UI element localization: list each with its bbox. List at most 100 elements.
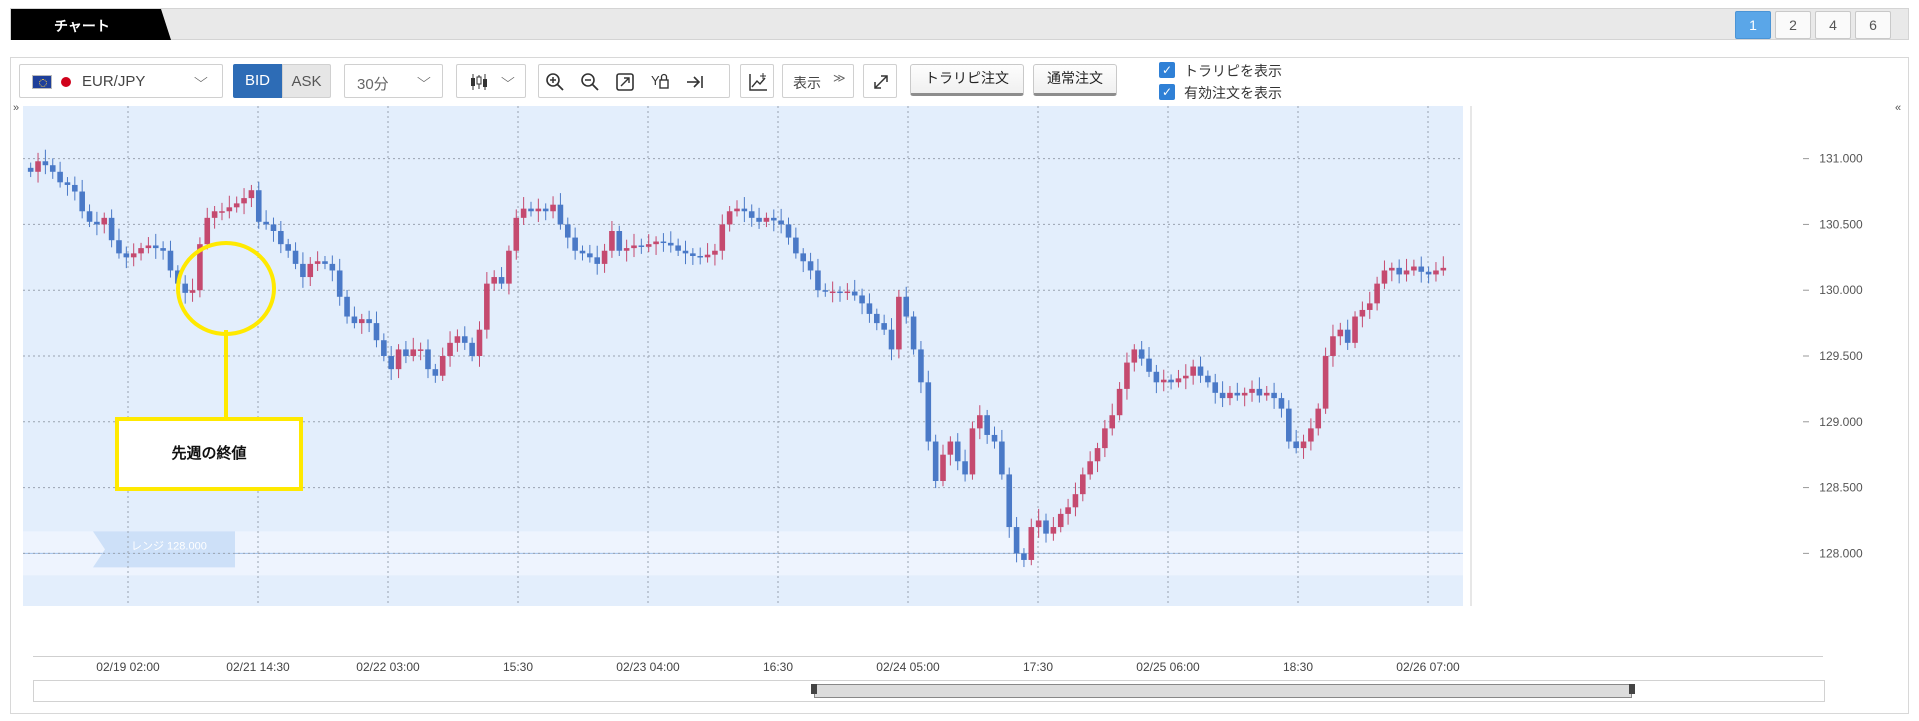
x-tick-label: 15:30: [503, 660, 533, 674]
candle-body: [1286, 408, 1292, 442]
candle-body: [94, 221, 100, 225]
candle-body: [1168, 379, 1174, 383]
candle-body: [1094, 448, 1101, 462]
candle-up: [1322, 347, 1329, 414]
candle-body: [969, 428, 976, 475]
candle-body: [690, 253, 696, 256]
x-tick-label: 18:30: [1283, 660, 1313, 674]
candle-body: [484, 283, 490, 330]
candle-body: [609, 231, 615, 251]
normal-order-button[interactable]: 通常注文: [1033, 64, 1117, 96]
checkbox-checked-icon[interactable]: ✓: [1159, 84, 1175, 100]
candle-body: [866, 303, 873, 314]
candle-body: [417, 349, 424, 351]
candle-body: [1175, 378, 1182, 383]
candle-body: [1087, 461, 1093, 475]
navigator-right-handle[interactable]: [1629, 684, 1635, 694]
candle-body: [756, 217, 762, 222]
candlestick-icon: [471, 74, 487, 90]
candle-body: [255, 190, 262, 222]
candle-body: [381, 340, 387, 356]
candle-body: [991, 434, 998, 442]
zoom-out-icon[interactable]: [579, 71, 601, 93]
layout-1-button[interactable]: 1: [1735, 11, 1771, 39]
candle-body: [1227, 392, 1233, 399]
candle-up: [1352, 311, 1358, 349]
candle-body: [101, 217, 108, 225]
candle-body: [57, 171, 63, 183]
y-tick-label: 130.000: [1819, 283, 1863, 297]
jp-flag-icon: [56, 75, 76, 89]
scroll-to-end-icon[interactable]: [684, 71, 706, 93]
tab-chart[interactable]: チャート: [11, 9, 171, 40]
zoom-in-icon[interactable]: [544, 71, 566, 93]
candle-body: [233, 203, 240, 208]
x-tick-label: 02/19 02:00: [96, 660, 160, 674]
navigator-left-handle[interactable]: [811, 684, 817, 694]
candle-body: [248, 190, 255, 199]
checkbox-checked-icon[interactable]: ✓: [1159, 62, 1175, 78]
candle-body: [373, 323, 380, 341]
candle-body: [675, 245, 681, 251]
trap-repeat-order-button[interactable]: トラリピ注文: [910, 64, 1024, 96]
y-axis-lock-icon[interactable]: Y: [649, 71, 671, 93]
candle-body: [918, 349, 924, 383]
range-navigator[interactable]: [33, 680, 1825, 702]
candle-body: [152, 245, 159, 249]
currency-pair-select[interactable]: EUR/JPY ⌵: [19, 64, 223, 98]
candle-body: [719, 224, 726, 251]
candle-body: [1337, 329, 1344, 337]
fullscreen-button[interactable]: [863, 64, 897, 98]
candlestick-chart[interactable]: レンジ 128.000: [23, 106, 1803, 606]
y-tick-label: 129.500: [1819, 349, 1863, 363]
candle-body: [910, 316, 917, 350]
candle-body: [520, 208, 527, 218]
candle-body: [1403, 270, 1410, 275]
candle-body: [579, 250, 586, 254]
fullscreen-icon: [874, 75, 888, 89]
display-select[interactable]: 表示 ≫: [782, 64, 854, 98]
candle-body: [491, 277, 497, 284]
candle-body: [336, 270, 343, 297]
candle-body: [1322, 356, 1329, 409]
candle-body: [1440, 267, 1447, 271]
candle-body: [204, 217, 211, 245]
candle-body: [27, 167, 34, 172]
candle-body: [925, 382, 932, 442]
layout-2-button[interactable]: 2: [1775, 11, 1811, 39]
bid-button[interactable]: BID: [233, 64, 282, 98]
candle-down: [925, 370, 932, 451]
candle-body: [800, 253, 807, 262]
chevron-down-icon: ⌵: [417, 70, 431, 85]
chart-type-select[interactable]: ⌵: [456, 64, 526, 98]
candle-body: [1065, 507, 1071, 514]
candle-body: [116, 240, 122, 254]
candle-body: [932, 441, 939, 481]
ask-button[interactable]: ASK: [282, 64, 331, 98]
layout-4-button[interactable]: 4: [1815, 11, 1851, 39]
fit-icon[interactable]: [614, 71, 636, 93]
candle-body: [300, 263, 306, 278]
candle-body: [1263, 392, 1270, 396]
candle-body: [1116, 388, 1123, 416]
navigator-window[interactable]: [814, 684, 1632, 698]
candle-body: [469, 342, 475, 356]
candle-body: [947, 441, 954, 455]
candle-body: [653, 241, 659, 245]
candle-body: [528, 208, 534, 212]
interval-select[interactable]: 30分 ⌵: [344, 64, 443, 98]
candle-body: [285, 244, 291, 251]
candle-body: [72, 184, 78, 192]
candle-up: [969, 421, 976, 480]
candle-body: [366, 319, 372, 324]
candle-body: [432, 369, 439, 376]
layout-6-button[interactable]: 6: [1855, 11, 1891, 39]
x-tick-label: 02/23 04:00: [616, 660, 680, 674]
candle-body: [1109, 415, 1116, 429]
add-indicator-button[interactable]: [740, 64, 774, 98]
candle-body: [778, 220, 784, 225]
candle-body: [881, 323, 887, 330]
candle-body: [145, 245, 152, 249]
candle-body: [1197, 366, 1204, 376]
candle-body: [1146, 358, 1152, 372]
